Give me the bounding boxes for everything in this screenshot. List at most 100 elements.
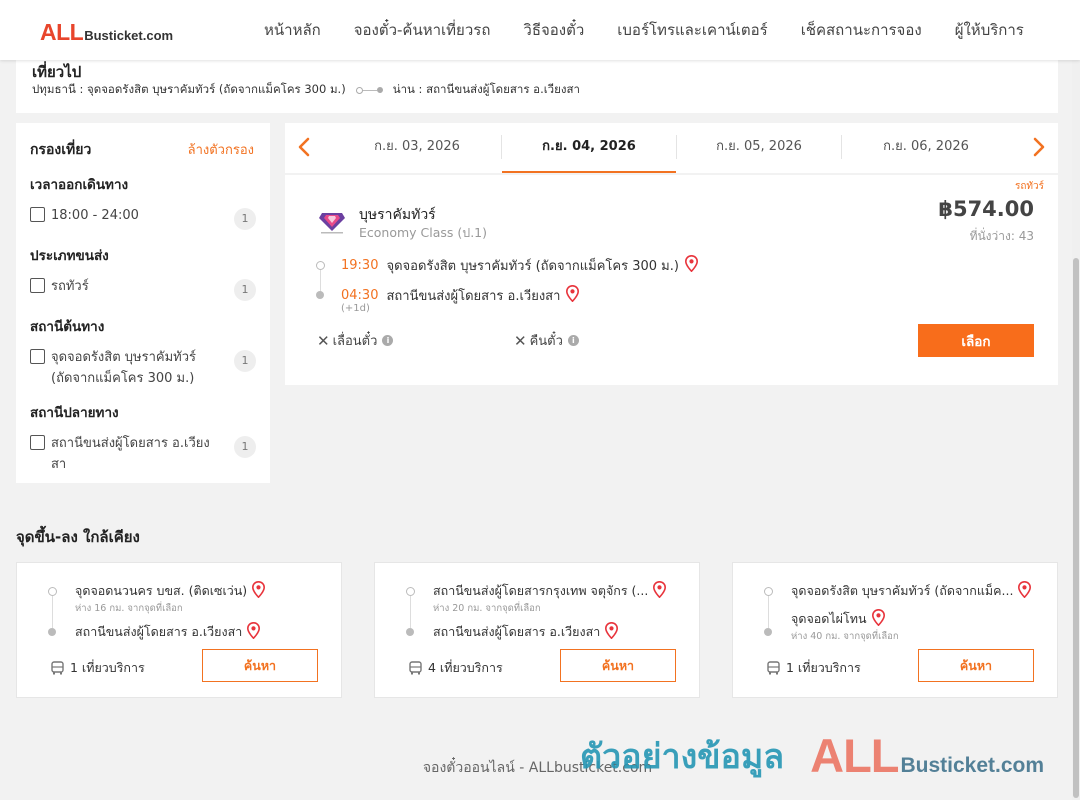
checkbox[interactable] — [30, 278, 45, 293]
filter-section-title: สถานีต้นทาง — [30, 319, 105, 335]
site-logo[interactable]: ALL Busticket.com — [40, 19, 173, 46]
chevron-left-icon[interactable] — [293, 135, 317, 159]
main-nav: หน้าหลัก จองตั๋ว-ค้นหาเที่ยวรถ วิธีจองตั… — [264, 0, 1057, 60]
map-pin-icon[interactable] — [653, 580, 667, 601]
date-tab[interactable]: ก.ย. 06, 2026 — [842, 123, 1010, 173]
info-icon[interactable]: i — [567, 335, 579, 346]
checkbox[interactable] — [30, 349, 45, 364]
nav-how-to-book[interactable]: วิธีจองตั๋ว — [523, 18, 584, 42]
filter-section-title: เวลาออกเดินทาง — [30, 177, 129, 193]
arrival-stop: 04:30 สถานีขนส่งผู้โดยสาร อ.เวียงสา — [341, 284, 580, 306]
filter-option-label: รถทัวร์ — [51, 279, 89, 294]
refund-ticket-policy[interactable]: ✕ คืนตั๋ว i — [514, 330, 579, 351]
timeline-start-dot — [316, 261, 325, 270]
nearby-route-card: จุดจอดนวนคร บขส. (ติดเซเว่น) ห่าง 16 กม.… — [16, 562, 342, 698]
filter-title: กรองเที่ยว — [30, 142, 92, 158]
nearby-from: จุดจอดรังสิต บุษราคัมทัวร์ (ถัดจากแม็ค..… — [791, 580, 1032, 601]
clear-filter-link[interactable]: ล้างตัวกรอง — [188, 139, 254, 160]
refund-ticket-label: คืนตั๋ว — [529, 334, 563, 349]
nearby-from: สถานีขนส่งผู้โดยสารกรุงเทพ จตุจักร (... — [433, 580, 667, 601]
departure-time: 19:30 — [341, 258, 379, 273]
map-pin-icon[interactable] — [566, 284, 580, 306]
nav-book-search[interactable]: จองตั๋ว-ค้นหาเที่ยวรถ — [354, 18, 491, 42]
date-tab[interactable]: ก.ย. 05, 2026 — [677, 123, 841, 173]
filter-section-title: สถานีปลายทาง — [30, 405, 119, 421]
date-tab-active[interactable]: ก.ย. 04, 2026 — [502, 123, 676, 173]
nearby-from-distance: ห่าง 20 กม. จากจุดที่เลือก — [433, 603, 541, 614]
info-icon[interactable]: i — [382, 335, 394, 346]
operator-logo-icon — [317, 209, 347, 239]
trip-origin: ปทุมธานี : จุดจอดรังสิต บุษราคัมทัวร์ (ถ… — [32, 82, 346, 96]
filter-option-label: 18:00 - 24:00 — [51, 208, 139, 223]
filter-option-label: จุดจอดรังสิต บุษราคัมทัวร์ (ถัดจากแม็คโค… — [51, 350, 196, 386]
checkbox[interactable] — [30, 435, 45, 450]
map-pin-icon[interactable] — [247, 621, 261, 642]
filter-section-transport-type: ประเภทขนส่ง รถทัวร์ 1 — [30, 244, 256, 301]
filter-option[interactable]: รถทัวร์ 1 — [30, 276, 256, 301]
select-trip-button[interactable]: เลือก — [918, 324, 1034, 357]
cross-icon: ✕ — [317, 331, 330, 350]
transport-type-badge: รถทัวร์ — [1014, 181, 1044, 192]
date-selector: ก.ย. 03, 2026 ก.ย. 04, 2026 ก.ย. 05, 202… — [285, 123, 1058, 173]
trip-destination: น่าน : สถานีขนส่งผู้โดยสาร อ.เวียงสา — [392, 82, 580, 96]
filter-option[interactable]: 18:00 - 24:00 1 — [30, 205, 256, 230]
timeline-line — [320, 270, 321, 292]
filter-option[interactable]: จุดจอดรังสิต บุษราคัมทัวร์ (ถัดจากแม็คโค… — [30, 347, 256, 389]
nearby-trip-count-text: 1 เที่ยวบริการ — [786, 660, 861, 675]
map-pin-icon[interactable] — [871, 608, 885, 629]
nearby-section-title: จุดขึ้น-ลง ใกล้เคียง — [16, 528, 140, 546]
map-pin-icon[interactable] — [1018, 580, 1032, 601]
nearby-trip-count: 1 เที่ยวบริการ — [767, 658, 861, 678]
checkbox[interactable] — [30, 207, 45, 222]
filter-count-badge: 1 — [234, 208, 256, 230]
date-tab[interactable]: ก.ย. 03, 2026 — [333, 123, 501, 173]
departure-station: จุดจอดรังสิต บุษราคัมทัวร์ (ถัดจากแม็คโค… — [386, 259, 679, 274]
nearby-to-station: สถานีขนส่งผู้โดยสาร อ.เวียงสา — [433, 624, 601, 639]
map-pin-icon[interactable] — [252, 580, 266, 601]
filter-option-label: สถานีขนส่งผู้โดยสาร อ.เวียงสา — [51, 436, 210, 472]
nearby-from: จุดจอดนวนคร บขส. (ติดเซเว่น) — [75, 580, 266, 601]
filter-option[interactable]: สถานีขนส่งผู้โดยสาร อ.เวียงสา 1 — [30, 433, 256, 475]
map-pin-icon[interactable] — [605, 621, 619, 642]
nearby-to: สถานีขนส่งผู้โดยสาร อ.เวียงสา — [75, 621, 261, 642]
nearby-trip-count: 1 เที่ยวบริการ — [51, 658, 145, 678]
change-ticket-label: เลื่อนตั๋ว — [332, 334, 378, 349]
filter-count-badge: 1 — [234, 279, 256, 301]
map-pin-icon[interactable] — [684, 254, 698, 276]
available-seats: ที่นั่งว่าง: 43 — [969, 229, 1034, 243]
next-day-indicator: (+1d) — [341, 303, 370, 314]
change-ticket-policy[interactable]: ✕ เลื่อนตั๋ว i — [317, 330, 394, 351]
logo-all: ALL — [40, 19, 84, 45]
bus-icon — [51, 661, 64, 675]
nav-operators[interactable]: ผู้ให้บริการ — [955, 18, 1024, 42]
nav-check-booking[interactable]: เช็คสถานะการจอง — [801, 18, 922, 42]
arrival-station: สถานีขนส่งผู้โดยสาร อ.เวียงสา — [386, 289, 561, 304]
filter-section-destination-station: สถานีปลายทาง สถานีขนส่งผู้โดยสาร อ.เวียง… — [30, 401, 256, 475]
timeline-end-dot — [316, 291, 324, 299]
nearby-route-card: สถานีขนส่งผู้โดยสารกรุงเทพ จตุจักร (... … — [374, 562, 700, 698]
nav-home[interactable]: หน้าหลัก — [264, 18, 321, 42]
nearby-to: สถานีขนส่งผู้โดยสาร อ.เวียงสา — [433, 621, 619, 642]
ticket-price: ฿574.00 — [938, 197, 1034, 221]
nearby-search-button[interactable]: ค้นหา — [560, 649, 676, 682]
nearby-search-button[interactable]: ค้นหา — [918, 649, 1034, 682]
route-connector-icon — [355, 86, 383, 94]
nearby-route-card: จุดจอดรังสิต บุษราคัมทัวร์ (ถัดจากแม็ค..… — [732, 562, 1058, 698]
filter-count-badge: 1 — [234, 350, 256, 372]
arrival-time: 04:30 — [341, 288, 379, 303]
scrollbar-thumb[interactable] — [1073, 258, 1079, 798]
nearby-from-distance: ห่าง 16 กม. จากจุดที่เลือก — [75, 603, 183, 614]
nearby-to: จุดจอดไผ่โทน — [791, 608, 885, 629]
nearby-trip-count-text: 4 เที่ยวบริการ — [428, 660, 503, 675]
chevron-right-icon[interactable] — [1026, 135, 1050, 159]
site-header: ALL Busticket.com หน้าหลัก จองตั๋ว-ค้นหา… — [0, 0, 1080, 60]
bus-icon — [409, 661, 422, 675]
departure-stop: 19:30 จุดจอดรังสิต บุษราคัมทัวร์ (ถัดจาก… — [341, 254, 698, 276]
nearby-from-station: จุดจอดนวนคร บขส. (ติดเซเว่น) — [75, 583, 248, 598]
nearby-from-station: สถานีขนส่งผู้โดยสารกรุงเทพ จตุจักร (... — [433, 583, 649, 598]
nearby-search-button[interactable]: ค้นหา — [202, 649, 318, 682]
nearby-to-distance: ห่าง 40 กม. จากจุดที่เลือก — [791, 631, 899, 642]
trip-route: ปทุมธานี : จุดจอดรังสิต บุษราคัมทัวร์ (ถ… — [32, 81, 580, 99]
bus-icon — [767, 661, 780, 675]
nav-contact-counter[interactable]: เบอร์โทรและเคาน์เตอร์ — [617, 18, 767, 42]
